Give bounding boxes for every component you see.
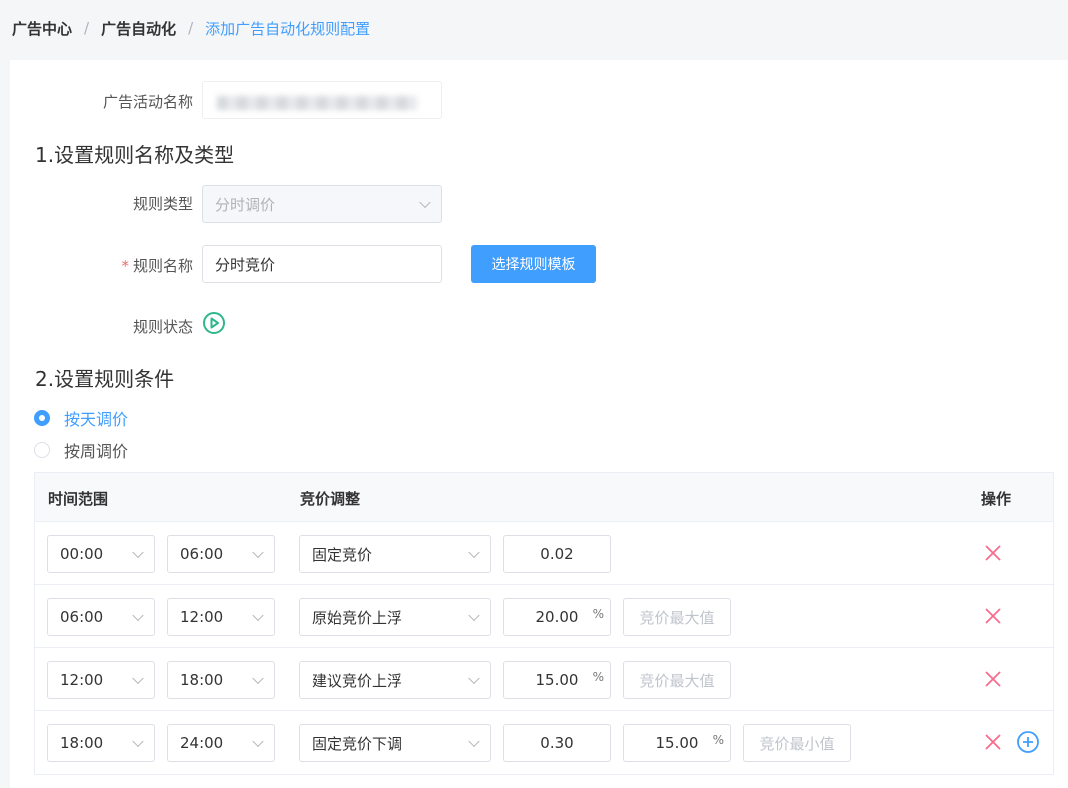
close-icon[interactable] bbox=[983, 732, 1003, 752]
start-time-value: 18:00 bbox=[60, 734, 104, 752]
close-icon[interactable] bbox=[983, 669, 1003, 689]
breadcrumb-separator: / bbox=[188, 19, 194, 37]
rule-conditions-table: 时间范围 竞价调整 操作 00:00 06:00 固定竞价 0.02 06:00… bbox=[34, 472, 1054, 775]
bid-mode-select[interactable]: 固定竞价 bbox=[299, 535, 491, 573]
bid-max-placeholder: 竞价最大值 bbox=[639, 608, 715, 627]
breadcrumb-item-ad-automation[interactable]: 广告自动化 bbox=[101, 18, 176, 39]
chevron-down-icon bbox=[468, 735, 480, 748]
percent-unit: % bbox=[592, 607, 604, 621]
bid-value: 0.30 bbox=[540, 734, 574, 752]
breadcrumb-item-current: 添加广告自动化规则配置 bbox=[205, 19, 371, 38]
table-header: 时间范围 竞价调整 操作 bbox=[35, 473, 1053, 522]
table-row: 12:00 18:00 建议竞价上浮 15.00 % 竞价最大值 bbox=[35, 648, 1053, 711]
rule-status-label: 规则状态 bbox=[132, 318, 193, 336]
bid-percent-input[interactable]: 15.00 % bbox=[623, 724, 731, 762]
chevron-down-icon bbox=[132, 546, 144, 559]
bid-value: 0.02 bbox=[540, 545, 574, 563]
bid-percent-input[interactable]: 15.00 % bbox=[503, 661, 611, 699]
bid-value-input[interactable]: 0.02 bbox=[503, 535, 611, 573]
end-time-value: 12:00 bbox=[180, 608, 224, 626]
section-1-title: 1.设置规则名称及类型 bbox=[35, 143, 235, 167]
bid-value-input[interactable]: 0.30 bbox=[503, 724, 611, 762]
rule-type-value: 分时调价 bbox=[215, 195, 276, 214]
chevron-down-icon bbox=[132, 609, 144, 622]
start-time-select[interactable]: 18:00 bbox=[47, 724, 155, 762]
bid-max-input[interactable]: 竞价最大值 bbox=[623, 598, 731, 636]
end-time-value: 24:00 bbox=[180, 734, 224, 752]
bid-mode-value: 原始竞价上浮 bbox=[312, 608, 403, 627]
start-time-select[interactable]: 12:00 bbox=[47, 661, 155, 699]
rule-type-label: 规则类型 bbox=[132, 195, 193, 213]
chevron-down-icon bbox=[252, 735, 264, 748]
bid-percent-value: 15.00 bbox=[655, 734, 699, 752]
campaign-name-field bbox=[202, 81, 442, 119]
bid-value: 15.00 bbox=[535, 671, 579, 689]
bid-mode-value: 固定竞价 bbox=[312, 545, 373, 564]
percent-unit: % bbox=[592, 670, 604, 684]
radio-by-day-label[interactable]: 按天调价 bbox=[64, 406, 128, 430]
bid-mode-select[interactable]: 固定竞价下调 bbox=[299, 724, 491, 762]
chevron-down-icon bbox=[468, 546, 480, 559]
rule-type-select: 分时调价 bbox=[202, 185, 442, 223]
bid-max-placeholder: 竞价最大值 bbox=[639, 671, 715, 690]
end-time-value: 18:00 bbox=[180, 671, 224, 689]
required-mark: * bbox=[121, 257, 129, 275]
redacted-value bbox=[217, 96, 417, 110]
bid-value: 20.00 bbox=[535, 608, 579, 626]
radio-by-week-label[interactable]: 按周调价 bbox=[64, 438, 128, 462]
bid-mode-select[interactable]: 建议竞价上浮 bbox=[299, 661, 491, 699]
end-time-value: 06:00 bbox=[180, 545, 224, 563]
start-time-value: 00:00 bbox=[60, 545, 104, 563]
table-row: 06:00 12:00 原始竞价上浮 20.00 % 竞价最大值 bbox=[35, 585, 1053, 648]
rule-name-value: 分时竞价 bbox=[215, 255, 276, 274]
bid-mode-value: 建议竞价上浮 bbox=[312, 671, 403, 690]
header-time-range: 时间范围 bbox=[48, 490, 109, 508]
bid-percent-input[interactable]: 20.00 % bbox=[503, 598, 611, 636]
rule-name-input[interactable]: 分时竞价 bbox=[202, 245, 442, 283]
chevron-down-icon bbox=[468, 672, 480, 685]
end-time-select[interactable]: 06:00 bbox=[167, 535, 275, 573]
percent-unit: % bbox=[712, 733, 724, 747]
end-time-select[interactable]: 12:00 bbox=[167, 598, 275, 636]
bid-min-placeholder: 竞价最小值 bbox=[759, 734, 835, 753]
bid-max-input[interactable]: 竞价最大值 bbox=[623, 661, 731, 699]
start-time-select[interactable]: 00:00 bbox=[47, 535, 155, 573]
bid-mode-select[interactable]: 原始竞价上浮 bbox=[299, 598, 491, 636]
close-icon[interactable] bbox=[983, 606, 1003, 626]
select-template-button[interactable]: 选择规则模板 bbox=[471, 245, 596, 283]
play-circle-icon[interactable] bbox=[202, 311, 226, 335]
header-bid-adjust: 竞价调整 bbox=[300, 490, 361, 508]
breadcrumb-separator: / bbox=[84, 19, 90, 37]
close-icon[interactable] bbox=[983, 543, 1003, 563]
chevron-down-icon bbox=[252, 609, 264, 622]
chevron-down-icon bbox=[468, 609, 480, 622]
chevron-down-icon bbox=[252, 546, 264, 559]
chevron-down-icon bbox=[132, 672, 144, 685]
rule-name-label: * 规则名称 bbox=[53, 255, 193, 276]
chevron-down-icon bbox=[252, 672, 264, 685]
campaign-name-label: 广告活动名称 bbox=[102, 93, 193, 111]
rule-name-label-text: 规则名称 bbox=[132, 257, 193, 275]
section-2-title: 2.设置规则条件 bbox=[35, 367, 175, 391]
radio-by-week[interactable] bbox=[34, 442, 50, 458]
form-card: 广告活动名称 1.设置规则名称及类型 规则类型 分时调价 * 规则名称 分时竞价 … bbox=[10, 60, 1068, 788]
chevron-down-icon bbox=[132, 735, 144, 748]
header-actions: 操作 bbox=[981, 490, 1012, 508]
breadcrumb-item-ad-center[interactable]: 广告中心 bbox=[12, 18, 72, 39]
table-row: 18:00 24:00 固定竞价下调 0.30 15.00 % 竞价最小值 bbox=[35, 711, 1053, 774]
end-time-select[interactable]: 24:00 bbox=[167, 724, 275, 762]
chevron-down-icon bbox=[419, 196, 431, 209]
bid-min-input[interactable]: 竞价最小值 bbox=[743, 724, 851, 762]
radio-by-day[interactable] bbox=[34, 410, 50, 426]
start-time-value: 12:00 bbox=[60, 671, 104, 689]
breadcrumb: 广告中心 / 广告自动化 / 添加广告自动化规则配置 bbox=[12, 16, 370, 40]
bid-mode-value: 固定竞价下调 bbox=[312, 734, 403, 753]
add-circle-icon[interactable] bbox=[1016, 730, 1040, 754]
start-time-select[interactable]: 06:00 bbox=[47, 598, 155, 636]
start-time-value: 06:00 bbox=[60, 608, 104, 626]
end-time-select[interactable]: 18:00 bbox=[167, 661, 275, 699]
table-row: 00:00 06:00 固定竞价 0.02 bbox=[35, 522, 1053, 585]
